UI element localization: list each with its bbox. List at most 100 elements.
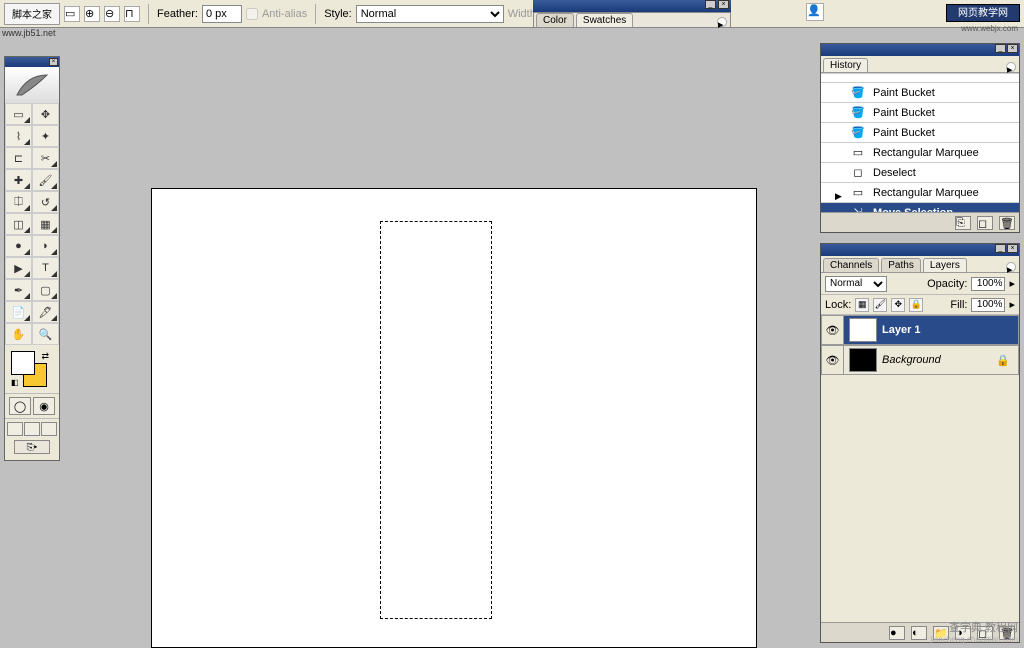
heal-tool[interactable]: ✚	[5, 169, 32, 191]
history-brush-tool[interactable]: ↺	[32, 191, 59, 213]
panel-menu-icon[interactable]: ▸	[717, 17, 727, 27]
layer-name[interactable]: Background	[882, 354, 996, 366]
marquee-selection[interactable]	[380, 221, 492, 619]
lock-pixels-icon[interactable]: 🖌	[873, 298, 887, 312]
layer-row[interactable]: 👁 Background 🔒	[821, 345, 1019, 375]
screen-mode-full[interactable]	[41, 422, 57, 436]
history-item[interactable]: 🪣Paint Bucket	[821, 103, 1019, 123]
notes-tool[interactable]: 📄	[5, 301, 32, 323]
history-item[interactable]: ◻Deselect	[821, 163, 1019, 183]
panel-titlebar[interactable]: _ ×	[533, 0, 731, 12]
move-tool[interactable]: ✥	[32, 103, 59, 125]
trash-icon[interactable]: 🗑	[999, 216, 1015, 230]
close-icon[interactable]: ×	[718, 0, 729, 9]
selection-sub-icon[interactable]: ⊖	[104, 6, 120, 22]
history-item[interactable]	[821, 73, 1019, 83]
new-snapshot-icon[interactable]: ◻	[977, 216, 993, 230]
quickmask-mode-button[interactable]: ◉	[33, 397, 55, 415]
history-item[interactable]: ▭Rectangular Marquee	[821, 183, 1019, 203]
slider-icon[interactable]: ▸	[1009, 298, 1015, 311]
tab-history[interactable]: History	[823, 58, 868, 72]
new-doc-from-state-icon[interactable]: ⎘	[955, 216, 971, 230]
layer-name[interactable]: Layer 1	[882, 324, 1018, 336]
slider-icon[interactable]: ▸	[1009, 277, 1015, 290]
stamp-tool[interactable]: ⎅	[5, 191, 32, 213]
user-icon[interactable]: 👤	[806, 3, 824, 21]
minimize-icon[interactable]: _	[995, 44, 1006, 53]
close-icon[interactable]: ×	[1007, 44, 1018, 53]
panel-menu-icon[interactable]: ▸	[1006, 262, 1016, 272]
history-footer: ⎘ ◻ 🗑	[821, 212, 1019, 232]
layer-mask-icon[interactable]: ◐	[911, 626, 927, 640]
dodge-tool[interactable]: ◗	[32, 235, 59, 257]
pen-tool[interactable]: ✒	[5, 279, 32, 301]
swap-colors-icon[interactable]: ⇄	[41, 351, 49, 362]
history-item[interactable]: ▭Rectangular Marquee	[821, 143, 1019, 163]
eyedropper-tool[interactable]: 🖋	[32, 301, 59, 323]
selection-new-icon[interactable]: ▭	[64, 6, 80, 22]
gradient-tool[interactable]: ▦	[32, 213, 59, 235]
blend-mode-select[interactable]: Normal	[825, 276, 887, 292]
panel-tabs: History ▸	[821, 56, 1019, 73]
visibility-toggle[interactable]: 👁	[822, 346, 844, 374]
lasso-tool[interactable]: ⌇	[5, 125, 32, 147]
tab-channels[interactable]: Channels	[823, 258, 879, 272]
jump-to-button[interactable]: ⎘▸	[14, 440, 50, 454]
style-select[interactable]: Normal	[356, 5, 504, 23]
minimize-icon[interactable]: _	[995, 244, 1006, 253]
selection-add-icon[interactable]: ⊕	[84, 6, 100, 22]
separator	[315, 4, 316, 24]
zoom-tool[interactable]: 🔍	[32, 323, 59, 345]
standard-mode-button[interactable]: ◯	[9, 397, 31, 415]
close-icon[interactable]: ×	[1007, 244, 1018, 253]
selection-intersect-icon[interactable]: ⊓	[124, 6, 140, 22]
crop-tool[interactable]: ⊏	[5, 147, 32, 169]
palette-titlebar[interactable]: ×	[5, 57, 59, 67]
lock-all-icon[interactable]: 🔒	[909, 298, 923, 312]
history-panel: _ × History ▸ 🪣Paint Bucket 🪣Paint Bucke…	[820, 43, 1020, 233]
path-select-tool[interactable]: ▶	[5, 257, 32, 279]
history-item[interactable]: 🪣Paint Bucket	[821, 83, 1019, 103]
marquee-tool[interactable]: ▭	[5, 103, 32, 125]
panel-titlebar[interactable]: _ ×	[821, 44, 1019, 56]
tab-layers[interactable]: Layers	[923, 258, 967, 272]
tab-swatches[interactable]: Swatches	[576, 13, 633, 27]
color-swatches-panel: _ × Color Swatches ▸	[533, 0, 731, 26]
panel-tabs: Channels Paths Layers ▸	[821, 256, 1019, 273]
brush-tool[interactable]: 🖌	[32, 169, 59, 191]
tab-paths[interactable]: Paths	[881, 258, 921, 272]
default-colors-icon[interactable]: ◧	[11, 378, 19, 387]
canvas[interactable]	[151, 188, 757, 648]
wand-tool[interactable]: ✦	[32, 125, 59, 147]
shape-tool[interactable]: ▢	[32, 279, 59, 301]
fill-label: Fill:	[950, 299, 967, 311]
layer-style-icon[interactable]: ●	[889, 626, 905, 640]
layer-thumbnail[interactable]	[849, 318, 877, 342]
visibility-toggle[interactable]: 👁	[822, 316, 844, 344]
history-item[interactable]: 🪣Paint Bucket	[821, 123, 1019, 143]
lock-position-icon[interactable]: ✥	[891, 298, 905, 312]
antialias-label: Anti-alias	[262, 8, 307, 20]
bucket-icon: 🪣	[851, 126, 865, 140]
close-icon[interactable]: ×	[49, 58, 58, 66]
lock-transparent-icon[interactable]: ▦	[855, 298, 869, 312]
separator	[148, 4, 149, 24]
fill-input[interactable]	[971, 298, 1005, 312]
blur-tool[interactable]: ●	[5, 235, 32, 257]
eraser-tool[interactable]: ◫	[5, 213, 32, 235]
screen-mode-full-menu[interactable]	[24, 422, 40, 436]
hand-tool[interactable]: ✋	[5, 323, 32, 345]
minimize-icon[interactable]: _	[705, 0, 716, 9]
panel-menu-icon[interactable]: ▸	[1006, 62, 1016, 72]
opacity-input[interactable]	[971, 277, 1005, 291]
tab-color[interactable]: Color	[536, 13, 574, 27]
type-tool[interactable]: T	[32, 257, 59, 279]
slice-tool[interactable]: ✂	[32, 147, 59, 169]
screen-mode-standard[interactable]	[7, 422, 23, 436]
foreground-color[interactable]	[11, 351, 35, 375]
layer-row[interactable]: 👁 Layer 1	[821, 315, 1019, 345]
panel-titlebar[interactable]: _ ×	[821, 244, 1019, 256]
layer-thumbnail[interactable]	[849, 348, 877, 372]
feather-input[interactable]	[202, 5, 242, 23]
layer-options-row: Normal Opacity: ▸	[821, 273, 1019, 295]
